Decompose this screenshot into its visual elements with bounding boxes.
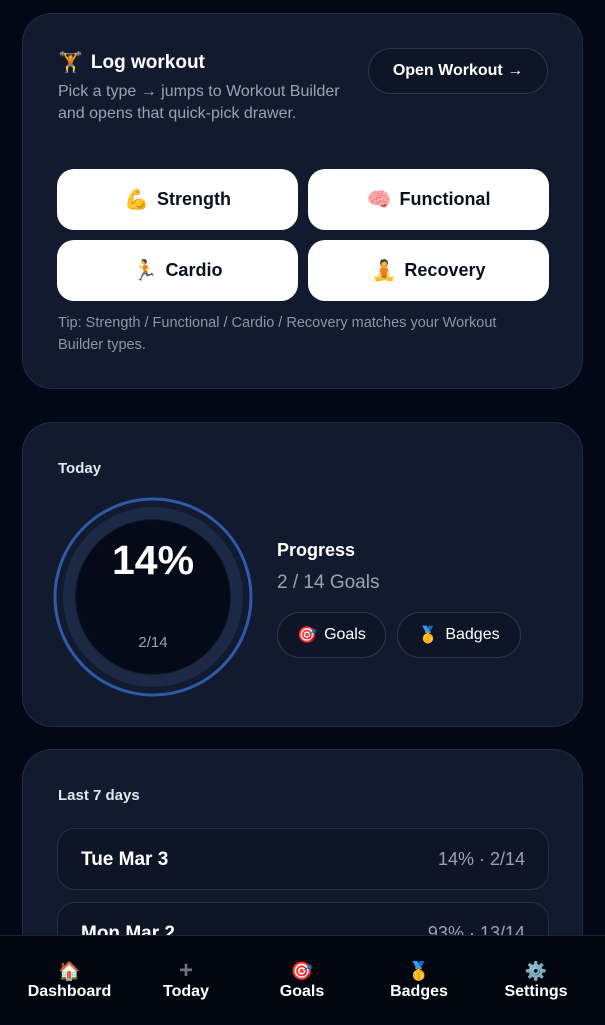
today-label: Today xyxy=(58,460,102,477)
day-name: Mon Mar 2 xyxy=(81,923,175,935)
nav-goals[interactable]: 🎯 Goals xyxy=(266,936,338,1025)
recovery-label: Recovery xyxy=(404,260,486,280)
goals-pill-button[interactable]: 🎯 Goals xyxy=(277,612,386,658)
target-icon: 🎯 xyxy=(297,627,318,644)
house-icon: 🏠 xyxy=(58,961,81,981)
nav-badges-label: Badges xyxy=(390,983,448,1000)
day-name: Tue Mar 3 xyxy=(81,849,169,870)
brain-icon: 🧠 xyxy=(366,189,392,211)
scroll-content[interactable]: 🏋️ Log workout Pick a type → jumps to Wo… xyxy=(0,0,605,935)
nav-dashboard[interactable]: 🏠 Dashboard xyxy=(22,936,117,1025)
last-7-days-card: Last 7 days Tue Mar 3 14% · 2/14 Mon Mar… xyxy=(22,749,583,935)
progress-count: 2/14 xyxy=(138,634,168,651)
gear-icon: ⚙️ xyxy=(524,961,548,981)
log-workout-description: Pick a type → jumps to Workout Builder a… xyxy=(58,83,340,122)
strength-label: Strength xyxy=(156,189,231,209)
progress-ring-graphic xyxy=(53,497,253,697)
nav-badges[interactable]: 🥇 Badges xyxy=(378,936,460,1025)
log-workout-title: 🏋️ Log workout xyxy=(58,50,205,75)
functional-label: Functional xyxy=(399,189,491,209)
target-icon: 🎯 xyxy=(290,961,314,981)
nav-dashboard-label: Dashboard xyxy=(27,983,112,1000)
tip-text: Tip: Strength / Functional / Cardio / Re… xyxy=(58,315,497,353)
flexed-biceps-icon: 💪 xyxy=(124,189,149,211)
progress-percent: 14% xyxy=(111,537,195,583)
progress-ring: 14% 2/14 xyxy=(53,497,253,697)
medal-icon: 🥇 xyxy=(407,961,431,981)
day-value: 93% · 13/14 xyxy=(427,923,525,935)
weightlifter-icon: 🏋️ xyxy=(58,52,83,74)
last-7-days-label: Last 7 days xyxy=(58,787,140,804)
nav-goals-label: Goals xyxy=(279,983,325,1000)
progress-title: Progress xyxy=(277,540,356,560)
log-workout-card: 🏋️ Log workout Pick a type → jumps to Wo… xyxy=(22,13,583,389)
plus-icon: + xyxy=(178,957,193,984)
recovery-button[interactable]: 🧘 Recovery xyxy=(308,240,549,301)
goals-pill-label: Goals xyxy=(324,626,366,643)
day-row[interactable]: Tue Mar 3 14% · 2/14 xyxy=(57,828,549,890)
day-value: 14% · 2/14 xyxy=(437,849,525,869)
badges-pill-label: Badges xyxy=(445,626,500,643)
nav-settings-label: Settings xyxy=(504,983,568,1000)
nav-today-label: Today xyxy=(163,983,209,1000)
runner-icon: 🏃 xyxy=(132,260,158,282)
functional-button[interactable]: 🧠 Functional xyxy=(308,169,549,230)
progress-subtitle: 2 / 14 Goals xyxy=(277,572,380,593)
cardio-label: Cardio xyxy=(165,260,223,280)
log-workout-title-text: Log workout xyxy=(90,51,205,73)
today-card: Today 14% 2/14 Progress 2 / 14 Goals 🎯 G… xyxy=(22,422,583,727)
cardio-button[interactable]: 🏃 Cardio xyxy=(57,240,298,301)
bottom-nav-bar: 🏠 Dashboard + Today 🎯 Goals 🥇 Badges ⚙️ … xyxy=(0,935,605,1024)
nav-settings[interactable]: ⚙️ Settings xyxy=(494,936,578,1025)
day-row[interactable]: Mon Mar 2 93% · 13/14 xyxy=(57,902,549,935)
badges-pill-button[interactable]: 🥇 Badges xyxy=(397,612,521,658)
meditation-icon: 🧘 xyxy=(371,260,397,282)
open-workout-button[interactable]: Open Workout → xyxy=(368,48,548,94)
nav-today[interactable]: + Today xyxy=(148,936,224,1025)
medal-icon: 🥇 xyxy=(418,627,439,644)
strength-button[interactable]: 💪 Strength xyxy=(57,169,298,230)
